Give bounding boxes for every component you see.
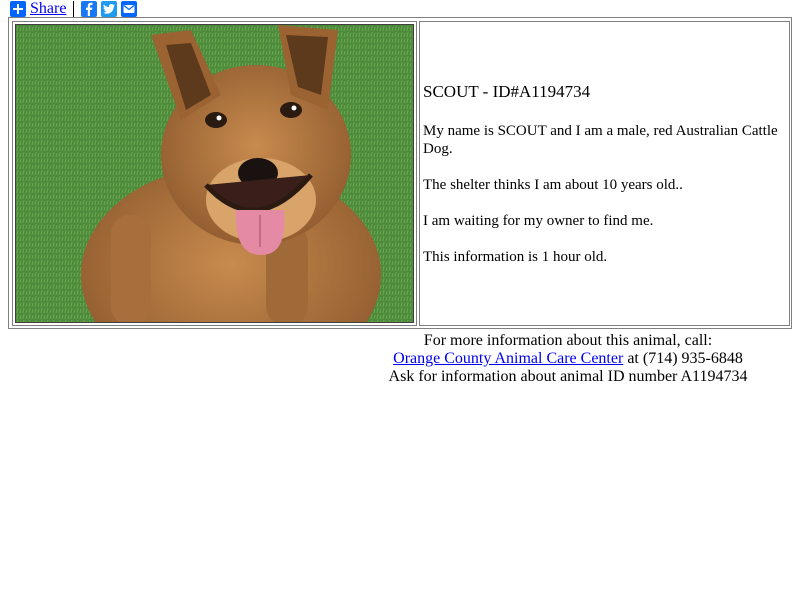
animal-photo[interactable]	[15, 24, 414, 323]
animal-title: SCOUT - ID#A1194734	[423, 82, 591, 101]
twitter-icon[interactable]	[101, 1, 118, 17]
shelter-link[interactable]: Orange County Animal Care Center	[393, 350, 623, 367]
share-divider	[73, 1, 75, 17]
email-icon[interactable]	[121, 1, 138, 17]
contact-line-3: Ask for information about animal ID numb…	[388, 368, 748, 385]
photo-cell	[12, 21, 417, 326]
animal-status: I am waiting for my owner to find me.	[423, 213, 654, 229]
animal-description: My name is SCOUT and I am a male, red Au…	[423, 123, 778, 157]
contact-info: For more information about this animal, …	[368, 332, 768, 386]
info-freshness: This information is 1 hour old.	[423, 249, 608, 265]
animal-age: The shelter thinks I am about 10 years o…	[423, 177, 683, 193]
plus-icon[interactable]	[10, 1, 26, 17]
contact-line-2: Orange County Animal Care Center at (714…	[368, 350, 768, 368]
dog-photo-illustration	[16, 25, 413, 322]
facebook-icon[interactable]	[81, 1, 98, 17]
info-cell: SCOUT - ID#A1194734 My name is SCOUT and…	[419, 21, 790, 326]
shelter-phone: at (714) 935-6848	[623, 350, 743, 367]
share-bar: Share	[10, 0, 138, 18]
contact-line-1: For more information about this animal, …	[423, 332, 713, 349]
animal-table: SCOUT - ID#A1194734 My name is SCOUT and…	[8, 17, 792, 329]
animal-info: SCOUT - ID#A1194734 My name is SCOUT and…	[423, 82, 785, 284]
share-link[interactable]: Share	[30, 0, 66, 18]
